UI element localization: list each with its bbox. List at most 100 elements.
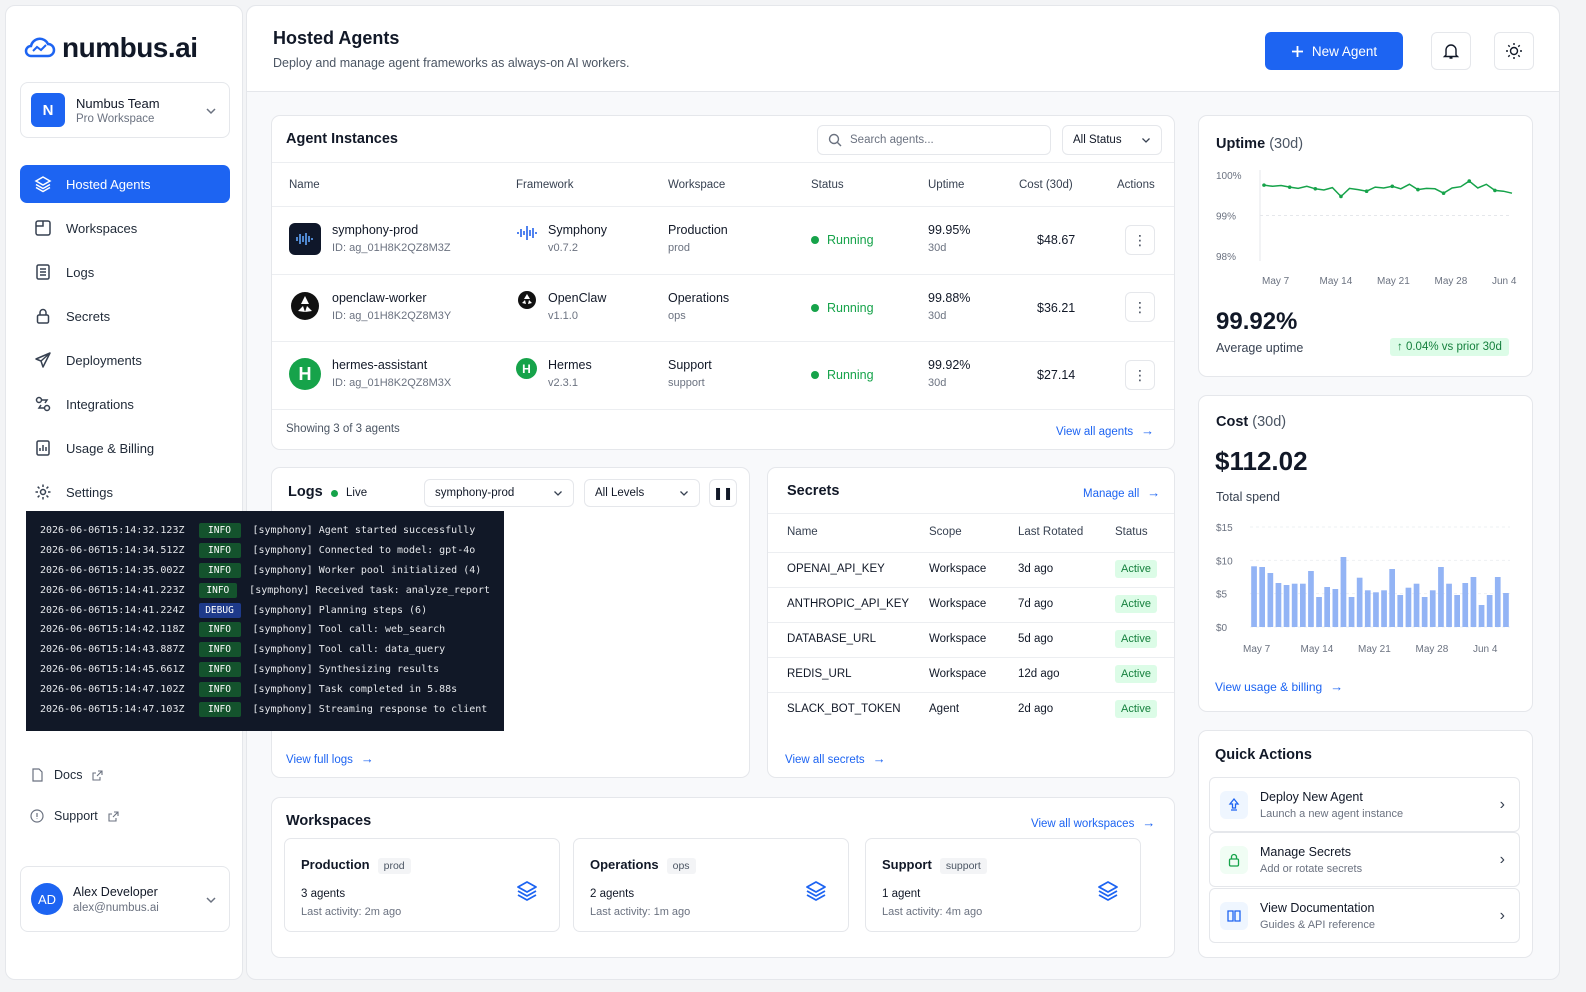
view-usage-billing-link[interactable]: View usage & billing → [1215,679,1343,694]
workspace-card-production[interactable]: Production prod 3 agents Last activity: 2… [284,838,560,932]
sidebar-item-label: Deployments [66,352,142,368]
theme-toggle-button[interactable] [1494,32,1534,70]
column-header-workspace[interactable]: Workspace [668,179,725,191]
framework-version: v0.7.2 [548,242,578,254]
uptime-value: 99.92% [1216,308,1298,335]
arrow-right-icon: → [1330,679,1344,694]
cost-bar [1324,587,1330,627]
cost-bar [1364,590,1371,627]
agent-name[interactable]: symphony-prod [332,223,451,237]
quick-action-deploy-agent[interactable]: Deploy New Agent Launch a new agent insta… [1209,777,1520,832]
pause-button[interactable]: ❚❚ [709,479,737,507]
log-line: 2026-06-06T15:14:34.512Z INFO [symphony] C… [40,541,490,561]
quick-action-view-docs[interactable]: View Documentation Guides & API reference… [1209,888,1520,943]
status-badge: Running [811,301,874,315]
sidebar-item-integrations[interactable]: Integrations [20,385,230,423]
row-actions-button[interactable]: ⋮ [1125,225,1155,255]
layers-icon [806,881,826,901]
workspace-name: Operations [590,857,659,872]
brand-logo[interactable]: numbus.ai [22,32,198,64]
bell-icon [1442,44,1460,59]
workspace-name: Support [882,857,932,872]
column-header-uptime[interactable]: Uptime [928,179,964,191]
sidebar-item-settings[interactable]: Settings [20,473,230,511]
view-all-workspaces-link[interactable]: View all workspaces → [1031,815,1155,830]
workspace-card-support[interactable]: Support support 1 agent Last activity: 4m… [865,838,1141,932]
openclaw-framework-icon [518,291,536,309]
row-actions-button[interactable]: ⋮ [1125,292,1155,322]
cost-value: $48.67 [1037,233,1076,247]
framework-version: v2.3.1 [548,377,578,389]
log-level-badge: INFO [198,642,241,658]
workspace-name: Operations [668,291,730,305]
status-badge: Active [1115,595,1157,613]
y-tick-label: $0 [1216,623,1228,634]
level-filter-value: All Levels [595,487,645,499]
more-vertical-icon: ⋮ [1133,366,1147,383]
x-tick-label: May 21 [1358,644,1391,655]
view-full-logs-link[interactable]: View full logs → [286,751,374,766]
framework-version: v1.1.0 [548,310,578,322]
column-header-cost[interactable]: Cost (30d) [1019,179,1073,191]
log-level-badge: INFO [198,681,241,697]
log-level-badge: INFO [198,543,241,559]
cost-bar [1340,557,1347,627]
sidebar-item-logs[interactable]: Logs [20,253,230,291]
agent-name[interactable]: hermes-assistant [332,358,451,372]
log-message: [symphony] Tool call: web_search [252,624,446,636]
plus-icon [1291,45,1303,57]
sidebar-item-secrets[interactable]: Secrets [20,297,230,335]
y-tick-label: 99% [1216,212,1236,223]
view-all-agents-link[interactable]: View all agents → [1056,423,1154,438]
log-line: 2026-06-06T15:14:42.118Z INFO [symphony] T… [40,620,490,640]
user-name: Alex Developer [73,884,158,899]
uptime-period: 30d [928,242,947,254]
x-tick-label: May 7 [1243,644,1271,655]
uptime-title: Uptime (30d) [1216,136,1304,152]
workspace-activity: Last activity: 1m ago [590,906,691,918]
column-header-framework[interactable]: Framework [516,179,574,191]
new-agent-button[interactable]: New Agent [1265,32,1403,70]
level-filter-select[interactable]: All Levels [584,479,700,507]
chevron-down-icon [1142,138,1150,143]
support-link[interactable]: Support [30,809,119,823]
manage-secrets-link[interactable]: Manage all → [1083,485,1160,500]
uptime-point [1493,188,1497,193]
secrets-title: Secrets [787,483,840,499]
log-console[interactable]: 2026-06-06T15:14:32.123Z INFO [symphony] A… [26,511,504,731]
workspace-slug: support [939,858,987,874]
status-filter-value: All Status [1073,134,1122,146]
status-filter-select[interactable]: All Status [1062,125,1162,155]
log-line: 2026-06-06T15:14:47.103Z INFO [symphony] S… [40,699,490,719]
agent-name[interactable]: openclaw-worker [332,291,451,305]
search-input[interactable]: Search agents... [817,125,1051,155]
cost-bar [1429,590,1436,627]
user-menu[interactable]: AD Alex Developer alex@numbus.ai [20,866,230,932]
agent-filter-select[interactable]: symphony-prod [424,479,574,507]
team-switcher[interactable]: N Numbus Team Pro Workspace [20,82,230,138]
column-header-status[interactable]: Status [811,179,844,191]
sidebar-item-workspaces[interactable]: Workspaces [20,209,230,247]
sidebar: numbus.ai N Numbus Team Pro Workspace Ho… [5,5,243,980]
sidebar-item-deployments[interactable]: Deployments [20,341,230,379]
cost-bar [1405,587,1412,627]
arrow-right-icon: → [1141,423,1155,438]
more-vertical-icon: ⋮ [1133,231,1147,248]
log-timestamp: 2026-06-06T15:14:47.103Z [40,703,185,715]
team-avatar: N [31,93,65,127]
column-header-name[interactable]: Name [289,179,320,191]
quick-action-manage-secrets[interactable]: Manage Secrets Add or rotate secrets › [1209,832,1520,887]
agent-id: ID: ag_01H8K2QZ8M3Z [332,242,451,254]
docs-link[interactable]: Docs [30,768,104,782]
workspace-card-operations[interactable]: Operations ops 2 agents Last activity: 1m… [573,838,849,932]
uptime-point [1339,194,1343,199]
book-icon [1220,901,1248,930]
notifications-button[interactable] [1431,32,1471,70]
sidebar-item-usage-billing[interactable]: Usage & Billing [20,429,230,467]
brand-name: numbus.ai [62,32,198,63]
page-subtitle: Deploy and manage agent frameworks as al… [273,56,630,70]
sidebar-item-hosted-agents[interactable]: Hosted Agents [20,165,230,203]
view-all-secrets-link[interactable]: View all secrets → [785,751,886,766]
symphony-framework-icon [517,226,537,240]
row-actions-button[interactable]: ⋮ [1125,360,1155,390]
